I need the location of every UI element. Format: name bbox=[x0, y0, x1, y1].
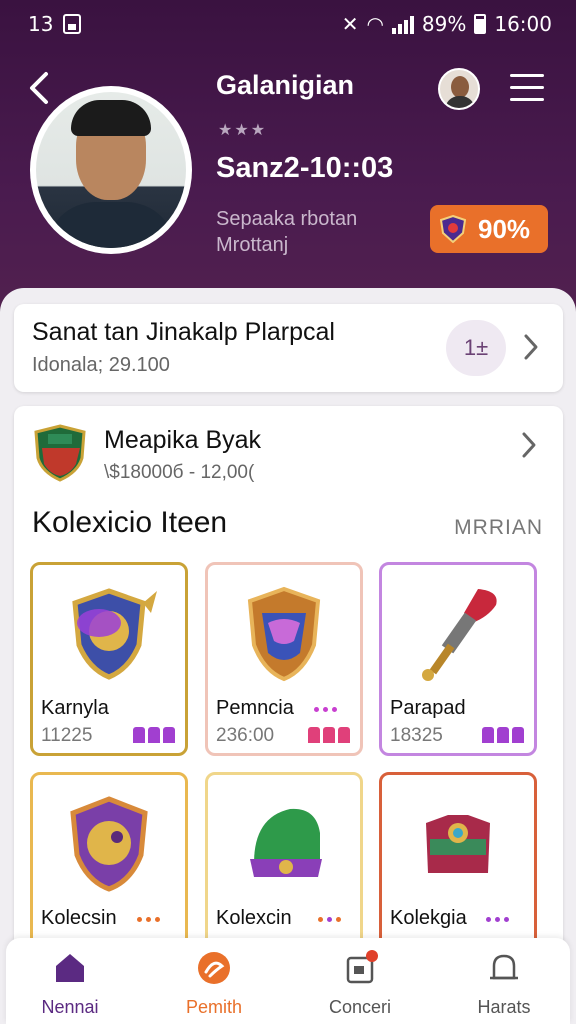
item-name: Karnyla bbox=[41, 697, 109, 719]
collection-item[interactable]: Kolekgia bbox=[379, 772, 537, 966]
nav-item-alerts[interactable]: Harats bbox=[444, 948, 564, 1022]
helmet-icon bbox=[250, 808, 322, 877]
profile-subtitle: Sepaaka rbotan Mrottanj bbox=[216, 206, 357, 258]
collection-item[interactable]: Kolexcin bbox=[205, 772, 363, 966]
sim-icon bbox=[63, 14, 82, 34]
summary-card[interactable]: Sanat tan Jinakalp Plarpcal Idonala; 29.… bbox=[14, 304, 563, 392]
item-name: Kolekgia bbox=[390, 907, 467, 929]
swirl-icon bbox=[198, 952, 230, 984]
dots-indicator bbox=[314, 707, 337, 712]
summary-subtitle: Idonala; 29.100 bbox=[32, 354, 170, 376]
battery-icon bbox=[474, 14, 487, 34]
chevron-right-icon[interactable] bbox=[518, 430, 540, 460]
shield-badge-icon bbox=[440, 215, 466, 243]
status-bar: 13 ✕ ◠ 89% 16:00 bbox=[0, 0, 576, 48]
collection-item[interactable]: Kolecsin bbox=[30, 772, 188, 966]
bell-icon bbox=[490, 954, 518, 980]
dots-indicator bbox=[318, 917, 341, 922]
item-value: 11225 bbox=[41, 725, 93, 746]
collection-title: Meapika Byak bbox=[104, 426, 262, 454]
rarity-indicator bbox=[482, 727, 524, 743]
item-value: 236:00 bbox=[216, 725, 275, 746]
dots-indicator bbox=[137, 917, 160, 922]
wifi-icon: ◠ bbox=[366, 12, 384, 36]
section-title: Kolexicio Iteen bbox=[32, 506, 228, 539]
collection-item[interactable]: Parapad 18325 bbox=[379, 562, 537, 756]
collection-card: Meapika Byak \$18000б - 12,00( Kolexicio… bbox=[14, 406, 563, 986]
profile-subtitle-line2: Mrottanj bbox=[216, 234, 289, 256]
badge-value: 90% bbox=[478, 213, 531, 244]
dots-indicator bbox=[486, 917, 509, 922]
nav-item-pemith[interactable]: Pemith bbox=[154, 948, 274, 1022]
profile-avatar[interactable] bbox=[30, 86, 192, 254]
profile-subtitle-line1: Sepaaka rbotan bbox=[216, 208, 358, 230]
nav-item-concert[interactable]: Conceri bbox=[300, 948, 420, 1022]
nav-label: Pemith bbox=[185, 997, 243, 1017]
collection-item[interactable]: Pemncia 236:00 bbox=[205, 562, 363, 756]
summary-title: Sanat tan Jinakalp Plarpcal bbox=[32, 318, 335, 346]
armor-icon bbox=[426, 815, 490, 873]
crest-icon bbox=[34, 424, 86, 482]
collection-subtitle: \$18000б - 12,00( bbox=[104, 462, 255, 483]
percent-badge[interactable]: 90% bbox=[430, 205, 548, 253]
back-arrow-icon[interactable] bbox=[26, 70, 56, 106]
collection-item[interactable]: Karnyla 11225 bbox=[30, 562, 188, 756]
nav-item-home[interactable]: Nennai bbox=[10, 948, 130, 1022]
item-name: Pemncia bbox=[216, 697, 294, 719]
clock: 16:00 bbox=[494, 12, 552, 36]
summary-count-badge: 1± bbox=[446, 320, 506, 376]
profile-name: Galanigian bbox=[216, 70, 355, 100]
battery-percent: 89% bbox=[421, 12, 467, 36]
item-name: Kolecsin bbox=[41, 907, 117, 929]
chevron-right-icon[interactable] bbox=[520, 332, 542, 362]
status-left-text: 13 bbox=[28, 12, 54, 36]
menu-icon[interactable] bbox=[510, 74, 544, 102]
item-value: 18325 bbox=[390, 725, 443, 746]
item-name: Kolexcin bbox=[216, 907, 292, 929]
profile-date: Sanz2-10::03 bbox=[216, 152, 394, 184]
rating-stars: ★★★ bbox=[218, 122, 268, 139]
emblem-icon bbox=[72, 588, 157, 680]
nav-label: Harats bbox=[477, 997, 531, 1017]
nav-label: Conceri bbox=[328, 997, 392, 1017]
ticket-icon bbox=[346, 950, 378, 984]
mask-shield-icon bbox=[247, 586, 321, 682]
sword-icon bbox=[422, 589, 497, 681]
signal-icon bbox=[391, 14, 414, 34]
nav-label: Nennai bbox=[41, 997, 99, 1017]
rarity-indicator bbox=[308, 727, 350, 743]
section-link[interactable]: MRRIAN bbox=[454, 516, 543, 540]
user-avatar-small[interactable] bbox=[438, 68, 480, 110]
bottom-nav: Nennai Pemith Conceri Harats bbox=[6, 938, 570, 1024]
mute-icon: ✕ bbox=[341, 12, 359, 36]
emblem-icon bbox=[70, 796, 148, 892]
rarity-indicator bbox=[133, 727, 175, 743]
item-name: Parapad bbox=[390, 697, 466, 719]
home-icon bbox=[56, 954, 84, 982]
